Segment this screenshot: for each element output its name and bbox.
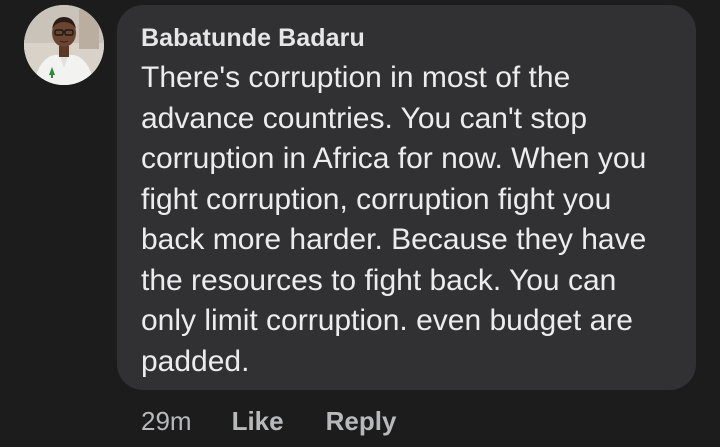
profile-photo-icon <box>24 5 104 85</box>
comment-text: There's corruption in most of the advanc… <box>141 61 647 378</box>
comment-bubble: Babatunde Badaru There's corruption in m… <box>117 5 696 390</box>
comment: Babatunde Badaru There's corruption in m… <box>0 0 720 447</box>
avatar[interactable] <box>24 5 104 85</box>
like-button[interactable]: Like <box>232 403 284 439</box>
comment-actions: 29m Like Reply <box>141 403 396 439</box>
comment-author[interactable]: Babatunde Badaru <box>141 23 672 53</box>
comment-timestamp[interactable]: 29m <box>141 403 192 439</box>
reply-button[interactable]: Reply <box>326 403 397 439</box>
